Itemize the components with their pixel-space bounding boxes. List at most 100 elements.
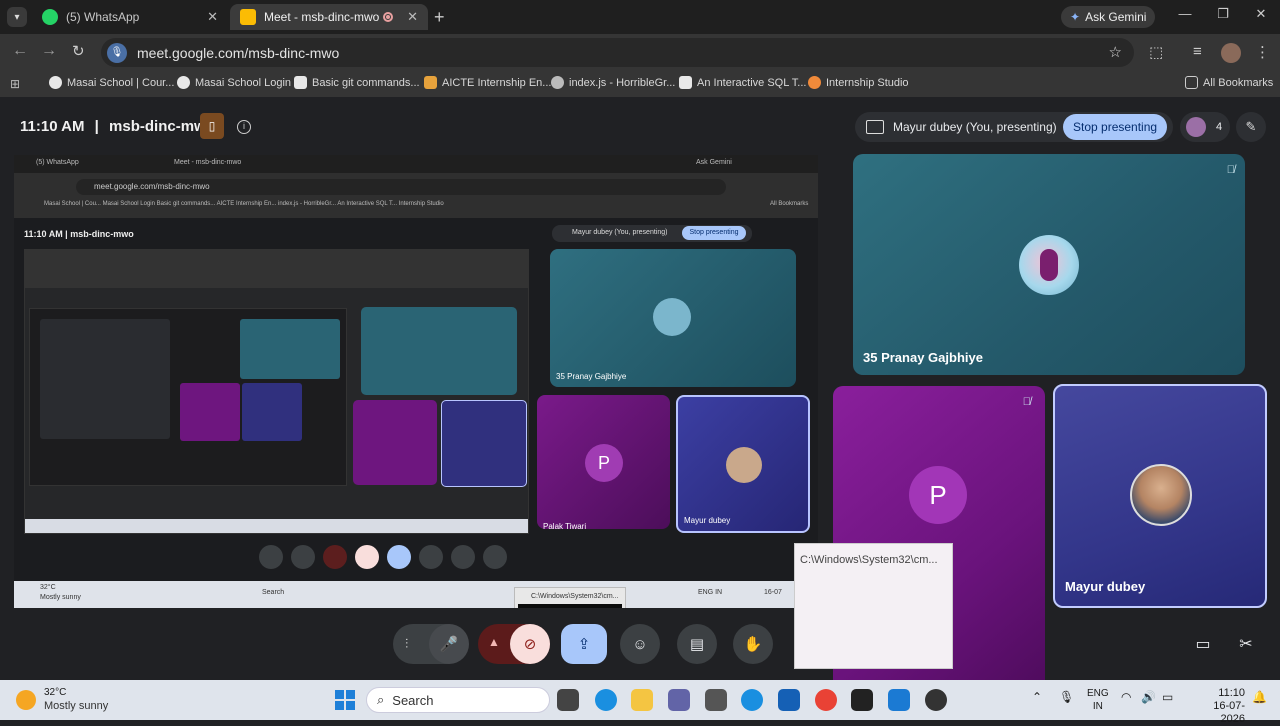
weather-desc: Mostly sunny	[44, 700, 109, 712]
shared-stop: Stop presenting	[682, 226, 746, 240]
mic-tray-icon[interactable]: 🎙	[1059, 690, 1074, 704]
search-label: Search	[392, 692, 434, 708]
bookmark-item[interactable]: An Interactive SQL T...	[679, 76, 806, 89]
apps-grid-icon[interactable]: ⊞	[10, 77, 20, 91]
file-explorer-icon[interactable]	[631, 689, 653, 711]
internship-studio-icon	[808, 76, 821, 89]
maximize-icon[interactable]: ❐	[1204, 6, 1242, 22]
battery-icon[interactable]: ▭	[1162, 690, 1173, 704]
masai-icon	[49, 76, 62, 89]
weather-widget[interactable]: 32°C Mostly sunny	[16, 686, 108, 713]
new-tab-button[interactable]: +	[434, 7, 445, 28]
sun-icon	[16, 690, 36, 710]
participant-tile-pranay[interactable]: 🎙̸ 35 Pranay Gajbhiye	[853, 154, 1245, 375]
address-bar[interactable]: 🎙 meet.google.com/msb-dinc-mwo ☆	[101, 38, 1134, 67]
participant-tile-mayur[interactable]: Mayur dubey	[1053, 384, 1267, 608]
ask-gemini-label: Ask Gemini	[1085, 10, 1147, 24]
close-window-icon[interactable]: ✕	[1242, 6, 1280, 22]
shared-search: Search	[262, 589, 285, 596]
shared-screen-view: (5) WhatsApp Meet - msb-dinc-mwo Ask Gem…	[14, 155, 818, 608]
nested-block	[242, 383, 302, 441]
edge-icon[interactable]	[595, 689, 617, 711]
pen-icon[interactable]: ✎	[1236, 112, 1266, 142]
chevron-up-icon[interactable]: ▲	[488, 635, 500, 649]
present-screen-button[interactable]: ⇪	[561, 624, 607, 664]
bookmark-item[interactable]: Masai School Login	[177, 76, 291, 89]
host-controls-icon[interactable]: ▯	[200, 113, 224, 139]
shared-avatar	[653, 298, 691, 336]
globe-icon	[551, 76, 564, 89]
bookmark-item[interactable]: index.js - HorribleGr...	[551, 76, 675, 89]
reload-icon[interactable]: ↻	[72, 42, 85, 60]
shared-ctrl	[451, 545, 475, 569]
header-separator: |	[94, 118, 99, 135]
nested-tile	[353, 400, 437, 485]
bookmark-item[interactable]: Masai School | Cour...	[49, 76, 174, 89]
ask-gemini-button[interactable]: ✦ Ask Gemini	[1061, 6, 1156, 28]
shared-temp: 32°C	[40, 584, 56, 591]
meeting-info-icon[interactable]: i	[237, 120, 251, 134]
chat-icon[interactable]: ▭	[1183, 624, 1223, 664]
emoji-reaction-button[interactable]: ☺	[620, 624, 660, 664]
extensions-icon[interactable]: ⬚	[1149, 43, 1163, 61]
vscode-icon[interactable]	[888, 689, 910, 711]
shared-weather: Mostly sunny	[40, 594, 81, 601]
site-info-icon[interactable]: 🎙	[107, 42, 127, 63]
shared-ctrl	[419, 545, 443, 569]
shared-tile-pranay: 35 Pranay Gajbhiye	[550, 249, 796, 387]
chrome-icon[interactable]	[815, 689, 837, 711]
tray-overflow-icon[interactable]: ⌃	[1032, 690, 1042, 704]
tab-search-button[interactable]: ▾	[7, 7, 27, 27]
taskbar-clock[interactable]: 11:10 16-07-2026	[1197, 687, 1245, 726]
participant-avatar	[1019, 235, 1079, 295]
camera-control[interactable]: ▲ ⊘	[478, 624, 550, 664]
menu-icon[interactable]: ⋮	[1255, 43, 1270, 61]
shared-lang: ENG IN	[698, 589, 723, 596]
shared-ctrl	[291, 545, 315, 569]
back-icon[interactable]: ←	[12, 42, 28, 60]
help-icon[interactable]	[741, 689, 763, 711]
language-indicator[interactable]: ENG IN	[1087, 687, 1109, 713]
mic-control[interactable]: ⫶ 🎤	[393, 624, 469, 664]
profile-avatar[interactable]	[1221, 43, 1241, 63]
terminal-icon[interactable]	[851, 689, 873, 711]
close-tab-icon[interactable]: ✕	[207, 9, 218, 25]
volume-icon[interactable]: 🔊	[1141, 690, 1156, 704]
tab-whatsapp[interactable]: (5) WhatsApp ✕	[32, 4, 228, 30]
meeting-time: 11:10 AM	[20, 118, 85, 135]
presenting-label: Mayur dubey (You, presenting)	[893, 120, 1057, 134]
media-controls-icon[interactable]: ≡	[1193, 43, 1202, 60]
tab-meet[interactable]: Meet - msb-dinc-mwo ✕	[230, 4, 428, 30]
shared-name: Palak Tiwari	[543, 522, 587, 531]
microphone-icon[interactable]: 🎤	[429, 624, 469, 664]
bookmark-label: An Interactive SQL T...	[697, 76, 807, 89]
camera-app-icon[interactable]	[705, 689, 727, 711]
bookmark-item[interactable]: AICTE Internship En...	[424, 76, 551, 89]
lang-line1: ENG	[1087, 688, 1109, 699]
stop-presenting-button[interactable]: Stop presenting	[1063, 114, 1168, 140]
people-button[interactable]: 4	[1180, 112, 1230, 142]
close-tab-icon[interactable]: ✕	[407, 9, 418, 25]
wifi-icon[interactable]: ◠	[1121, 690, 1131, 704]
forward-icon[interactable]: →	[41, 42, 57, 60]
minimize-icon[interactable]: —	[1166, 6, 1204, 22]
participant-name: Mayur dubey	[1065, 579, 1146, 594]
activities-icon[interactable]: ✂	[1226, 624, 1266, 664]
taskbar-preview-popup[interactable]: C:\Windows\System32\cm...	[794, 543, 953, 669]
notification-icon[interactable]: 🔔	[1252, 690, 1267, 704]
bookmark-item[interactable]: Basic git commands...	[294, 76, 420, 89]
teams-icon[interactable]	[668, 689, 690, 711]
all-bookmarks-button[interactable]: All Bookmarks	[1185, 76, 1273, 89]
task-view-icon[interactable]	[557, 689, 579, 711]
captions-button[interactable]: ▤	[677, 624, 717, 664]
store-icon[interactable]	[778, 689, 800, 711]
folder-icon	[1185, 76, 1198, 89]
windows-start-icon[interactable]	[335, 690, 355, 710]
raise-hand-button[interactable]: ✋	[733, 624, 773, 664]
taskbar-search[interactable]: ⌕ Search	[366, 687, 550, 713]
app-icon[interactable]	[925, 689, 947, 711]
bookmark-item[interactable]: Internship Studio	[808, 76, 909, 89]
camera-off-icon[interactable]: ⊘	[510, 624, 550, 664]
shared-ctrl	[387, 545, 411, 569]
bookmark-star-icon[interactable]: ☆	[1109, 43, 1122, 61]
